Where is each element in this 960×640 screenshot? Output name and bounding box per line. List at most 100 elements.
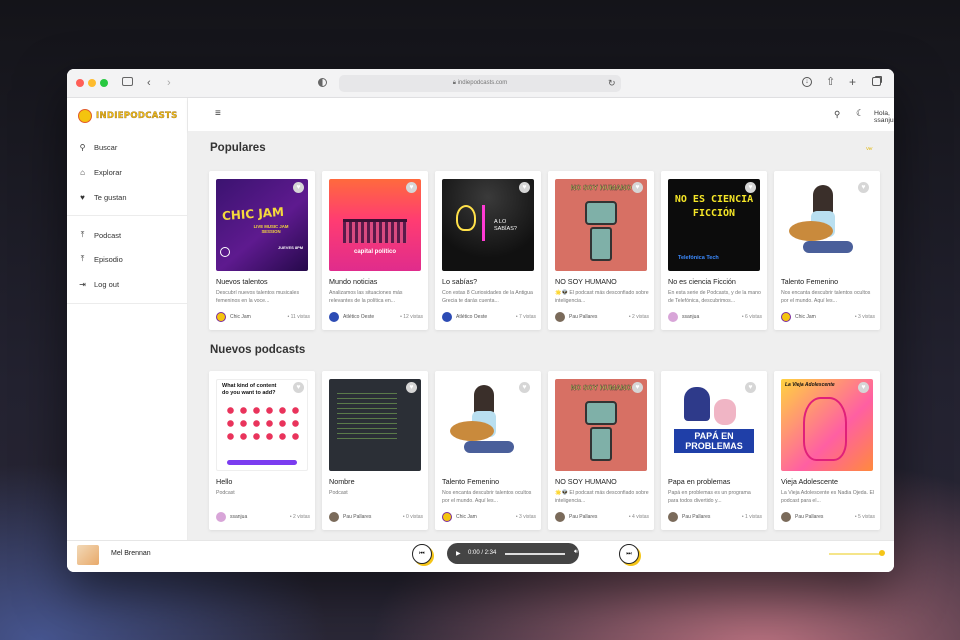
- robot-body-graphic: [590, 427, 612, 461]
- sidebar-item-label: Podcast: [94, 230, 122, 240]
- card-author: ssanjua • 2 vistas: [216, 511, 310, 523]
- like-heart-icon[interactable]: ♥: [519, 182, 530, 193]
- like-heart-icon[interactable]: ♥: [745, 182, 756, 193]
- section-title-populares: Populares: [210, 142, 266, 154]
- sidebar-item-episodio[interactable]: ⤒ Episodio: [67, 249, 187, 269]
- code-lines-graphic: [337, 393, 397, 443]
- podcast-card[interactable]: PAPÁ EN PROBLEMAS ♥ Papa en problemas Pa…: [661, 371, 767, 530]
- sidebar-item-label: Buscar: [94, 142, 118, 152]
- author-name: Chic Jam: [456, 514, 477, 520]
- podcast-card[interactable]: What kind of content do you want to add?…: [209, 371, 315, 530]
- like-heart-icon[interactable]: ♥: [406, 182, 417, 193]
- like-heart-icon[interactable]: ♥: [293, 182, 304, 193]
- podcast-card[interactable]: ♥ Nombre Podcast Pau Pallares • 0 vistas: [322, 371, 428, 530]
- play-icon[interactable]: ▶: [456, 550, 461, 557]
- popular-more-link[interactable]: Ver: [866, 146, 873, 151]
- back-icon[interactable]: ‹: [147, 77, 151, 89]
- card-title: Hello: [216, 477, 233, 486]
- author-name: Atlético Oeste: [456, 314, 488, 320]
- author-avatar: [781, 512, 791, 522]
- new-tab-icon[interactable]: +: [849, 76, 856, 88]
- card-author: ssanjua • 6 vistas: [668, 311, 762, 323]
- privacy-shield-icon[interactable]: [318, 78, 327, 87]
- track-title: Mel Brennan: [111, 550, 151, 557]
- sidebar-item-label: Explorar: [94, 167, 122, 177]
- sidebar-divider: [67, 303, 187, 304]
- card-description: En esta serie de Podcasts, y de la mano …: [668, 290, 761, 305]
- tabs-overview-icon[interactable]: [872, 77, 881, 86]
- sidebar-item-buscar[interactable]: ⚲ Buscar: [67, 137, 187, 157]
- podcast-cover: [781, 179, 873, 271]
- like-heart-icon[interactable]: ♥: [858, 182, 869, 193]
- reload-icon[interactable]: ↻: [608, 77, 616, 89]
- like-heart-icon[interactable]: ♥: [632, 182, 643, 193]
- more-options-icon[interactable]: ⋮: [592, 549, 599, 557]
- sidebar-item-podcast[interactable]: ⤒ Podcast: [67, 225, 187, 245]
- cover-text: CHIC JAM: [221, 204, 285, 224]
- cover-text: PAPÁ EN PROBLEMAS: [674, 429, 754, 453]
- podcast-card[interactable]: capital político ♥ Mundo noticias Analiz…: [322, 171, 428, 330]
- maximize-window-button[interactable]: [100, 79, 108, 87]
- podcast-card[interactable]: NO SOY HUMANO ♥ NO SOY HUMANO 🌟👽 El podc…: [548, 171, 654, 330]
- sidebar-item-te-gustan[interactable]: ♥ Te gustan: [67, 187, 187, 207]
- robot-body-graphic: [590, 227, 612, 261]
- progress-slider[interactable]: [505, 553, 565, 555]
- podcast-cover: CHIC JAM LIVE MUSIC JAM SESSION JUEVES 8…: [216, 179, 308, 271]
- app-logo[interactable]: INDIEPODCASTS: [78, 109, 178, 123]
- browser-window: ‹ › 🔒︎ indiepodcasts.com ↻ ↓ ⇧ + INDIEPO…: [67, 69, 894, 572]
- forward-icon[interactable]: ›: [167, 77, 171, 89]
- close-window-button[interactable]: [76, 79, 84, 87]
- podcast-card[interactable]: NO ES CIENCIA FICCIÓN Telefónica Tech ♥ …: [661, 171, 767, 330]
- podcast-card[interactable]: A LO SABÍAS? ♥ Lo sabías? Con estas 8 Cu…: [435, 171, 541, 330]
- author-avatar: [781, 312, 791, 322]
- dark-mode-moon-icon[interactable]: ☾: [856, 108, 864, 119]
- minimize-window-button[interactable]: [88, 79, 96, 87]
- card-description: Descubrí nuevos talentos musicales femen…: [216, 290, 300, 305]
- like-heart-icon[interactable]: ♥: [293, 382, 304, 393]
- cover-building-graphic: [343, 219, 407, 243]
- author-avatar: [216, 312, 226, 322]
- podcast-card[interactable]: La Vieja Adolescente ♥ Vieja Adolescente…: [774, 371, 880, 530]
- podcast-card[interactable]: CHIC JAM LIVE MUSIC JAM SESSION JUEVES 8…: [209, 171, 315, 330]
- like-heart-icon[interactable]: ♥: [745, 382, 756, 393]
- greeting-text: Hola, ssanjua!: [874, 110, 894, 124]
- url-text: indiepodcasts.com: [457, 80, 508, 86]
- volume-icon[interactable]: 🔊︎: [574, 549, 578, 556]
- author-avatar: [668, 512, 678, 522]
- illustration-kid: [714, 399, 736, 425]
- share-icon[interactable]: ⇧: [826, 76, 835, 88]
- like-heart-icon[interactable]: ♥: [858, 382, 869, 393]
- card-description: Nos encanta descubrir talentos ocultos p…: [442, 490, 532, 505]
- author-name: Pau Pallares: [795, 514, 824, 520]
- search-icon[interactable]: ⚲: [834, 109, 840, 120]
- card-author: Pau Pallares • 0 vistas: [329, 511, 423, 523]
- next-track-button[interactable]: ⏭: [619, 544, 639, 564]
- sidebar-item-explorar[interactable]: ⌂ Explorar: [67, 162, 187, 182]
- volume-slider-knob[interactable]: [879, 550, 885, 556]
- sidebar-item-log-out[interactable]: ⇥ Log out: [67, 274, 187, 294]
- like-heart-icon[interactable]: ♥: [519, 382, 530, 393]
- like-heart-icon[interactable]: ♥: [406, 382, 417, 393]
- like-heart-icon[interactable]: ♥: [632, 382, 643, 393]
- card-description: Nos encanta descubrir talentos ocultos p…: [781, 290, 871, 305]
- download-icon[interactable]: ↓: [802, 77, 812, 87]
- menu-icon[interactable]: ≡: [215, 109, 221, 119]
- view-count: • 6 vistas: [741, 314, 762, 320]
- previous-track-button[interactable]: ⏮: [412, 544, 432, 564]
- volume-slider[interactable]: [829, 553, 881, 555]
- cover-text: La Vieja Adolescente: [785, 382, 835, 388]
- card-author: Chic Jam • 3 vistas: [442, 511, 536, 523]
- view-count: • 4 vistas: [628, 514, 649, 520]
- card-title: No es ciencia Ficción: [668, 277, 736, 286]
- sidebar-toggle-icon[interactable]: [122, 77, 133, 86]
- card-title: Lo sabías?: [442, 277, 478, 286]
- playback-control-bar: ▶ 0:00 / 2:34 🔊︎ ⋮: [447, 543, 599, 564]
- podcast-card[interactable]: NO SOY HUMANO ♥ NO SOY HUMANO 🌟👽 El podc…: [548, 371, 654, 530]
- address-bar[interactable]: 🔒︎ indiepodcasts.com: [339, 75, 621, 92]
- heart-icon: ♥: [80, 192, 85, 202]
- sidebar-item-label: Log out: [94, 279, 120, 289]
- search-icon: ⚲: [79, 142, 86, 152]
- podcast-card[interactable]: ♥ Talento Femenino Nos encanta descubrir…: [774, 171, 880, 330]
- podcast-card[interactable]: ♥ Talento Femenino Nos encanta descubrir…: [435, 371, 541, 530]
- cover-text: NO ES CIENCIA FICCIÓN: [674, 194, 754, 219]
